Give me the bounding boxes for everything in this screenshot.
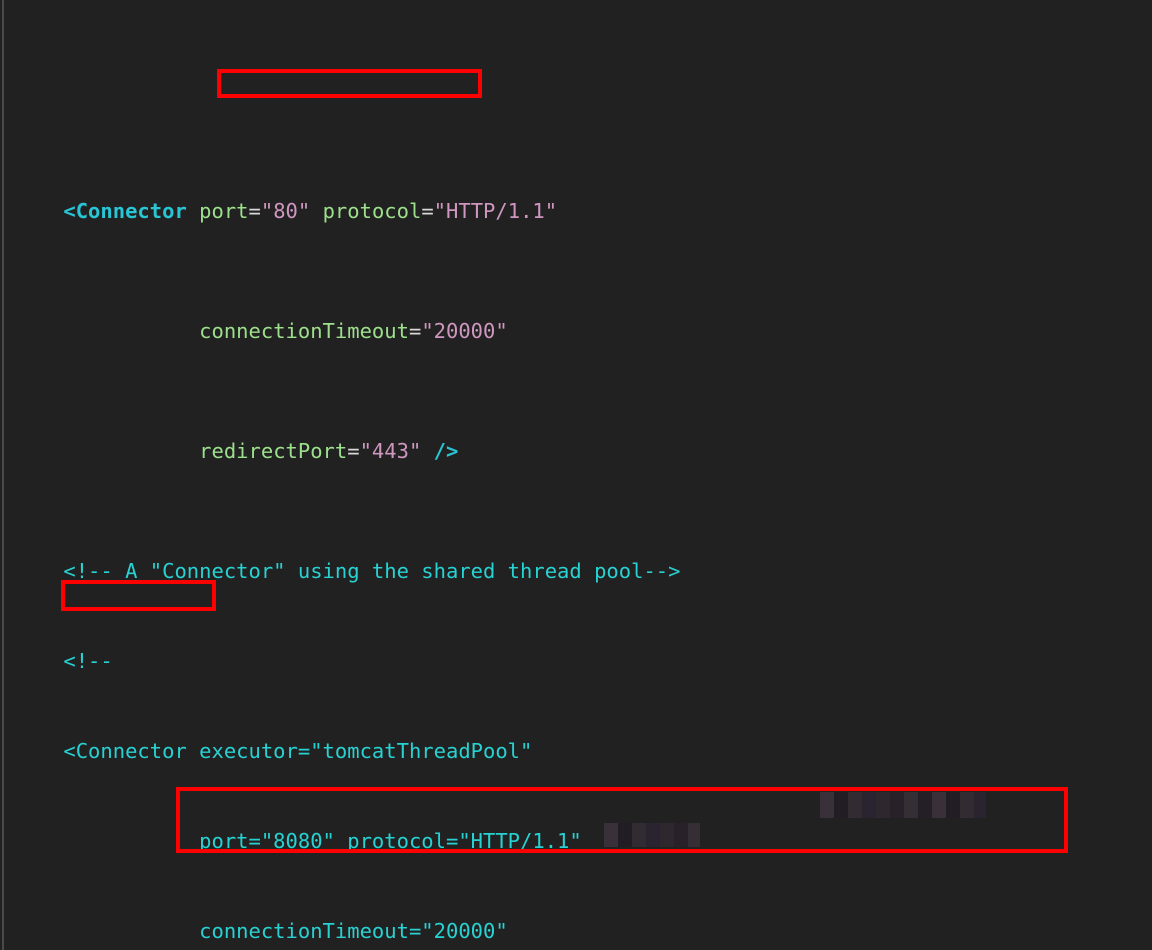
- value-protocol-http11: "HTTP/1.1": [433, 199, 558, 223]
- tag-connector-open: <Connector: [63, 199, 187, 223]
- redaction-keystore-password: [604, 823, 700, 847]
- attr-connection-timeout: connectionTimeout: [199, 319, 409, 343]
- code-line-8: connectionTimeout="20000": [14, 919, 508, 943]
- value-redirect-port-443: "443": [359, 439, 422, 463]
- code-line-0: >: [0, 98, 1152, 106]
- attr-protocol: protocol: [322, 199, 422, 223]
- attr-port: port: [199, 199, 249, 223]
- redaction-keystore-filename: [820, 792, 986, 818]
- code-line-6: <Connector executor="tomcatThreadPool": [14, 739, 533, 763]
- tag-self-close: />: [433, 439, 459, 463]
- code-line-5: <!--: [14, 649, 113, 673]
- attr-redirect-port: redirectPort: [199, 439, 348, 463]
- value-port-80: "80": [260, 199, 311, 223]
- code-line-1: <Connector port="80" protocol="HTTP/1.1": [63, 199, 558, 223]
- value-connection-timeout: "20000": [421, 319, 508, 343]
- code-line-3: redirectPort="443" />: [199, 439, 459, 463]
- code-screenshot: > <Connector port="80" protocol="HTTP/1.…: [0, 0, 1152, 950]
- code-line-4: <!-- A "Connector" using the shared thre…: [14, 559, 681, 583]
- code-line-7: port="8080" protocol="HTTP/1.1": [14, 829, 582, 853]
- code-line-2: connectionTimeout="20000": [199, 319, 508, 343]
